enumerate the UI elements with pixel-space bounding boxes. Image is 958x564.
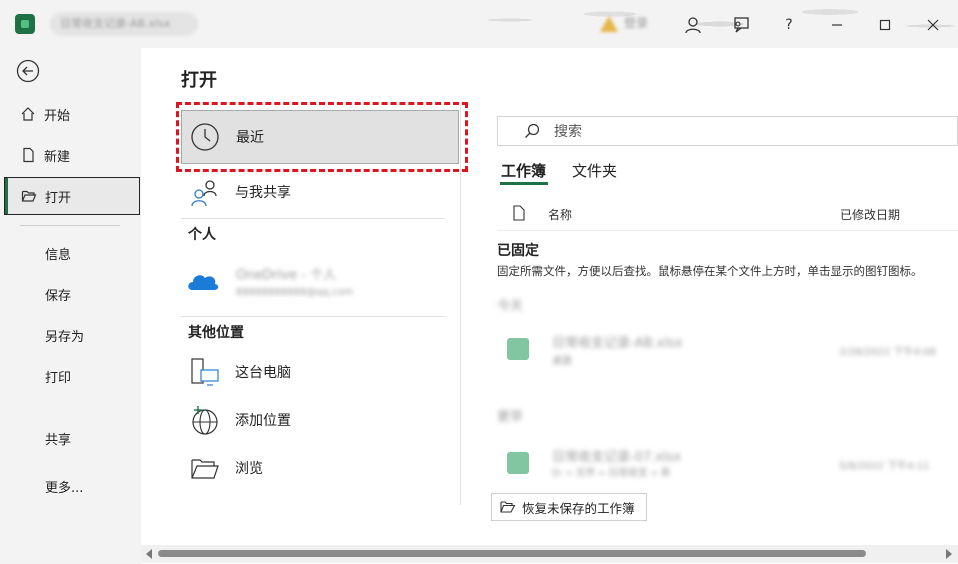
add-globe-icon (187, 402, 223, 438)
column-divider (460, 105, 461, 505)
minimize-button[interactable] (824, 12, 850, 38)
sign-in-warning[interactable]: 登录 (600, 12, 670, 36)
onedrive-name: OneDrive - 个人 (236, 268, 337, 283)
nav-item-label: 开始 (44, 108, 71, 124)
file-date: 5/8/2022 下午4:11 (839, 461, 930, 472)
active-tab-indicator (500, 182, 548, 185)
search-placeholder: 搜索 (554, 124, 582, 140)
location-add-place[interactable]: 添加位置 (181, 398, 451, 442)
file-name: 日常收支记录-AB.xlsx (552, 336, 683, 351)
column-modified-date[interactable]: 已修改日期 (840, 206, 900, 223)
onedrive-email: 88888888888@qq.com (236, 287, 354, 298)
location-shared-with-me[interactable]: 与我共享 (181, 170, 451, 214)
file-row[interactable]: 日常收支记录-AB.xlsx 桌面 2/28/2022 下午4:08 (497, 320, 958, 376)
nav-item-save-as[interactable]: 另存为 (4, 316, 140, 354)
nav-item-label: 打开 (45, 190, 72, 206)
nav-item-label: 新建 (44, 149, 71, 165)
maximize-icon (879, 19, 891, 31)
location-label: 添加位置 (235, 413, 291, 429)
person-icon (685, 17, 701, 34)
folder-icon (500, 500, 516, 514)
feedback-button[interactable] (728, 12, 754, 38)
location-onedrive[interactable]: OneDrive - 个人 88888888888@qq.com (236, 264, 353, 298)
back-arrow-icon (16, 59, 40, 83)
scroll-right-icon[interactable] (946, 549, 952, 559)
scroll-left-icon[interactable] (146, 549, 152, 559)
shared-people-icon (187, 174, 223, 210)
location-label: 与我共享 (235, 185, 291, 201)
page-title: 打开 (181, 70, 217, 91)
document-title: 日常收支记录-AB.xlsx (50, 12, 198, 36)
home-icon (20, 106, 36, 122)
onedrive-cloud-icon (186, 266, 220, 296)
back-button[interactable] (16, 59, 40, 83)
pinned-description: 固定所需文件，方便以后查找。鼠标悬停在某个文件上方时，单击显示的图钉图标。 (497, 264, 923, 278)
file-header-icon (512, 205, 526, 225)
warning-icon (600, 16, 618, 32)
search-icon (524, 123, 540, 139)
close-button[interactable] (920, 12, 946, 38)
nav-item-info[interactable]: 信息 (4, 234, 140, 272)
restore-label: 恢复未保存的工作簿 (522, 500, 635, 516)
folder-icon (187, 450, 223, 486)
sign-in-label: 登录 (624, 16, 649, 30)
nav-item-share[interactable]: 共享 (4, 419, 140, 457)
nav-divider (20, 225, 120, 226)
search-input[interactable]: 搜索 (497, 116, 958, 146)
restore-unsaved-workbooks-button[interactable]: 恢复未保存的工作簿 (491, 493, 647, 521)
computer-icon (187, 354, 223, 390)
location-this-pc[interactable]: 这台电脑 (181, 350, 451, 394)
location-browse[interactable]: 浏览 (181, 446, 451, 490)
file-name: 日常收支记录-07.xlsx (552, 450, 682, 465)
excel-file-icon (507, 338, 529, 360)
file-path: D: » 文件 » 日常收支 » 表 (552, 468, 671, 479)
maximize-button[interactable] (872, 12, 898, 38)
nav-item-save[interactable]: 保存 (4, 275, 140, 313)
pinned-title: 已固定 (497, 243, 539, 259)
file-date: 2/28/2022 下午4:08 (839, 347, 936, 358)
new-document-icon (20, 147, 36, 163)
location-label: 这台电脑 (235, 365, 291, 381)
help-button[interactable]: ? (776, 12, 802, 38)
location-label: 浏览 (235, 461, 263, 477)
header-divider (497, 230, 958, 231)
close-icon (927, 19, 939, 31)
file-row[interactable]: 日常收支记录-07.xlsx D: » 文件 » 日常收支 » 表 5/8/20… (497, 432, 958, 488)
scrollbar-thumb[interactable] (158, 550, 866, 557)
locations-divider (181, 316, 445, 317)
nav-item-more[interactable]: 更多... (4, 467, 140, 505)
nav-item-home[interactable]: 开始 (4, 95, 140, 133)
excel-app-icon (15, 14, 35, 34)
nav-item-print[interactable]: 打印 (4, 357, 140, 395)
account-button[interactable] (680, 12, 706, 38)
highlight-box (176, 102, 468, 172)
tab-folders[interactable]: 文件夹 (572, 160, 617, 181)
locations-divider (181, 218, 445, 219)
nav-item-open[interactable]: 打开 (4, 177, 140, 215)
group-earlier: 更早 (497, 410, 524, 425)
column-name[interactable]: 名称 (548, 206, 572, 223)
nav-item-new[interactable]: 新建 (4, 136, 140, 174)
open-folder-icon (21, 188, 37, 204)
minimize-icon (832, 24, 842, 26)
excel-file-icon (507, 452, 529, 474)
tab-workbooks[interactable]: 工作簿 (501, 160, 546, 181)
group-today: 今天 (497, 299, 524, 314)
personal-header: 个人 (188, 227, 216, 243)
feedback-icon (734, 17, 749, 33)
other-locations-header: 其他位置 (188, 325, 244, 341)
file-path: 桌面 (552, 356, 572, 367)
